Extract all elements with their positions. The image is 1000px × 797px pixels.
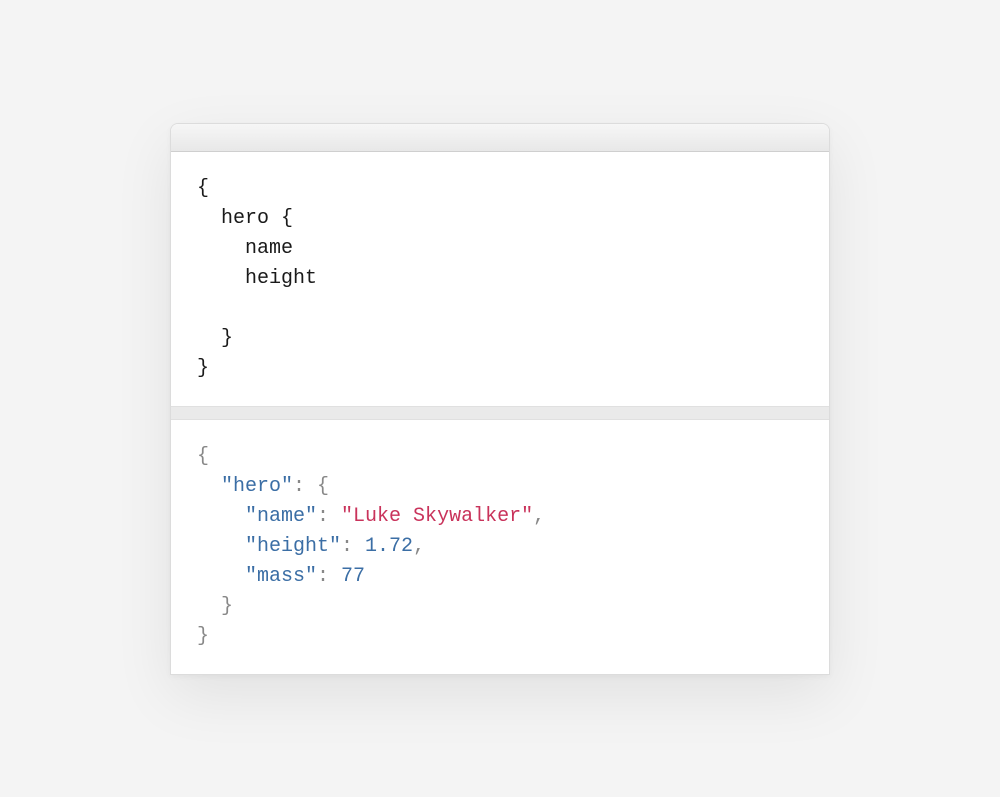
- json-punct: :: [317, 505, 341, 528]
- response-pane[interactable]: { "hero": { "name": "Luke Skywalker", "h…: [171, 420, 829, 674]
- query-line: {: [197, 177, 209, 200]
- window-titlebar[interactable]: [171, 124, 829, 152]
- query-line: }: [197, 327, 233, 350]
- query-line: hero {: [197, 207, 293, 230]
- json-key: "height": [245, 535, 341, 558]
- pane-divider: [171, 406, 829, 420]
- query-line: name: [197, 237, 293, 260]
- graphql-query: { hero { name height } }: [197, 174, 803, 384]
- json-punct: ,: [533, 505, 545, 528]
- query-line: }: [197, 357, 209, 380]
- json-brace: {: [317, 475, 329, 498]
- json-brace: }: [221, 595, 233, 618]
- json-number: 77: [341, 565, 365, 588]
- json-string: "Luke Skywalker": [341, 505, 533, 528]
- json-key: "hero": [221, 475, 293, 498]
- json-number: 1.72: [365, 535, 413, 558]
- query-pane[interactable]: { hero { name height } }: [171, 152, 829, 406]
- json-response: { "hero": { "name": "Luke Skywalker", "h…: [197, 442, 803, 652]
- json-punct: :: [341, 535, 365, 558]
- json-punct: ,: [413, 535, 425, 558]
- json-key: "mass": [245, 565, 317, 588]
- json-punct: :: [293, 475, 317, 498]
- json-brace: {: [197, 445, 209, 468]
- code-window: { hero { name height } } { "hero": { "na…: [170, 123, 830, 675]
- json-key: "name": [245, 505, 317, 528]
- query-line: height: [197, 267, 317, 290]
- json-punct: :: [317, 565, 341, 588]
- json-brace: }: [197, 625, 209, 648]
